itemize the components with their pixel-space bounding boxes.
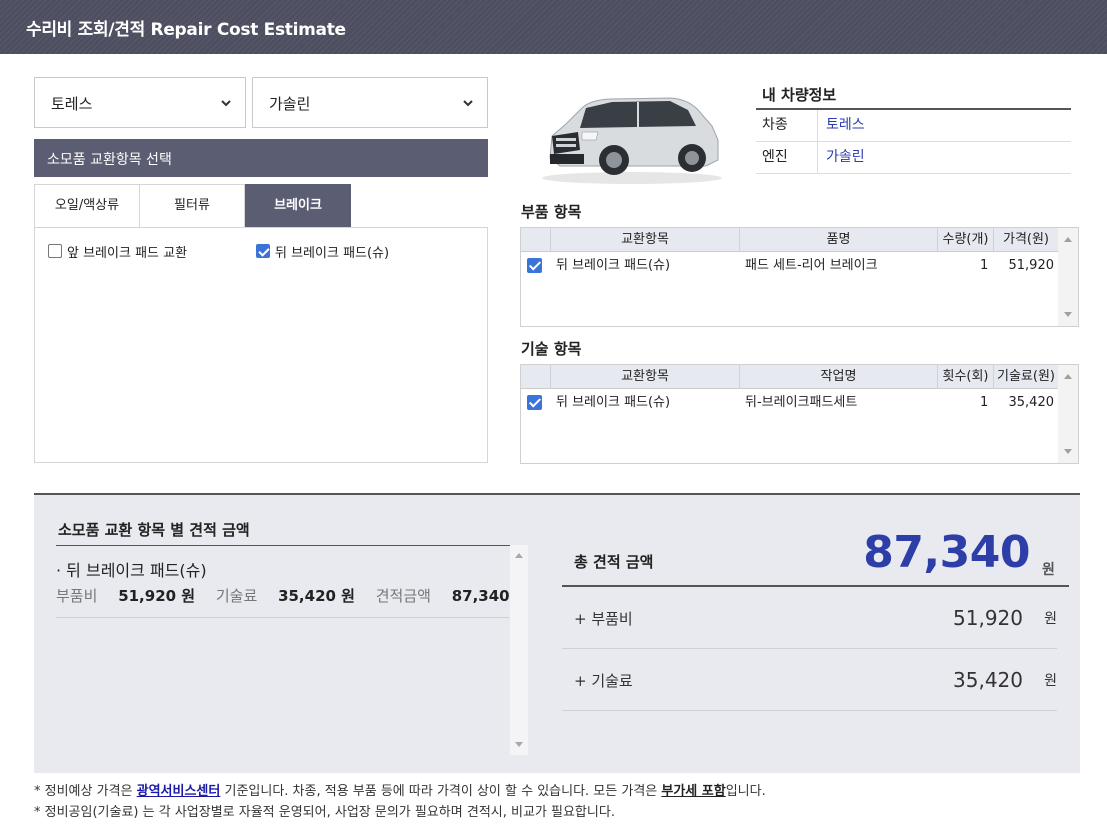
footnote-line: * 정비예상 가격은 광역서비스센터 기준입니다. 차종, 적용 부품 등에 따… (34, 781, 766, 802)
divider (56, 545, 513, 546)
labor-col-fee: 기술료(원) (993, 365, 1058, 389)
parts-grid-header: 교환항목 품명 수량(개) 가격(원) (521, 228, 1058, 252)
breakdown-value: 35,420 (953, 668, 1023, 692)
scroll-up-icon[interactable] (1064, 374, 1072, 379)
parts-row-checkbox[interactable] (527, 258, 542, 273)
chevron-down-icon (463, 100, 473, 107)
breakdown-value: 51,920 (953, 606, 1023, 630)
breakdown-unit: 원 (1044, 673, 1057, 689)
labor-col-item: 교환항목 (550, 365, 739, 389)
labor-col-name: 작업명 (739, 365, 937, 389)
breakdown-label: + 부품비 (574, 610, 633, 628)
estimate-section-title: 소모품 교환 항목 별 견적 금액 (58, 521, 250, 539)
vehicle-info-key: 차종 (756, 110, 818, 141)
parts-row-price: 51,920 (1008, 258, 1055, 273)
total-estimate-unit: 원 (1042, 562, 1055, 578)
vehicle-info-value: 토레스 (826, 117, 865, 133)
vehicle-info-title: 내 차량정보 (762, 86, 837, 104)
labor-section-title: 기술 항목 (521, 340, 582, 358)
labor-grid: 교환항목 작업명 횟수(회) 기술료(원) 뒤 브레이크 패드(슈) 뒤-브레이… (520, 364, 1079, 464)
footnote-line: * 정비공임(기술료) 는 각 사업장별로 자율적 운영되어, 사업장 문의가 … (34, 805, 615, 820)
parts-grid: 교환항목 품명 수량(개) 가격(원) 뒤 브레이크 패드(슈) 패드 세트-리… (520, 227, 1079, 327)
vehicle-info-row: 차종 토레스 (756, 110, 1071, 142)
vehicle-info-row: 엔진 가솔린 (756, 142, 1071, 174)
parts-section-title: 부품 항목 (521, 203, 582, 221)
page-title: 수리비 조회/견적 Repair Cost Estimate (26, 20, 346, 40)
estimate-item-name: · 뒤 브레이크 패드(슈) (56, 561, 207, 580)
tab-oil-fluids[interactable]: 오일/액상류 (34, 184, 140, 228)
parts-col-price: 가격(원) (993, 228, 1058, 252)
parts-row-qty: 1 (980, 258, 989, 273)
labor-row-item: 뒤 브레이크 패드(슈) (556, 395, 671, 410)
breakdown-unit: 원 (1044, 611, 1057, 627)
front-brake-pad-label: 앞 브레이크 패드 교환 (67, 246, 188, 261)
suv-illustration (542, 97, 722, 184)
parts-col-item: 교환항목 (550, 228, 739, 252)
parts-cost-label: 부품비 (56, 587, 98, 605)
table-row: 뒤 브레이크 패드(슈) 뒤-브레이크패드세트 1 35,420 (521, 390, 1058, 416)
breakdown-label: + 기술료 (574, 672, 633, 690)
labor-row-count: 1 (980, 395, 989, 410)
category-tabs: 오일/액상류 필터류 브레이크 (34, 184, 488, 228)
footnote-text: * 정비예상 가격은 (34, 784, 137, 799)
engine-select-value: 가솔린 (269, 95, 311, 113)
rear-brake-pad-checkbox[interactable] (256, 244, 270, 258)
labor-grid-scrollbar[interactable] (1058, 365, 1078, 463)
labor-grid-header: 교환항목 작업명 횟수(회) 기술료(원) (521, 365, 1058, 389)
estimate-list-scrollbar[interactable] (510, 545, 528, 755)
breakdown-row-labor: + 기술료 35,420 원 (562, 649, 1057, 711)
title-bar: 수리비 조회/견적 Repair Cost Estimate (0, 0, 1107, 54)
model-select-value: 토레스 (51, 95, 93, 113)
parts-cost-value: 51,920 원 (118, 587, 196, 605)
estimate-panel: 소모품 교환 항목 별 견적 금액 · 뒤 브레이크 패드(슈) 부품비 51,… (34, 493, 1080, 773)
parts-row-item: 뒤 브레이크 패드(슈) (556, 258, 671, 273)
labor-cost-value: 35,420 원 (278, 587, 355, 605)
labor-row-name: 뒤-브레이크패드세트 (745, 395, 858, 410)
labor-cost-label: 기술료 (215, 587, 258, 605)
header-checkbox-cell (521, 228, 550, 252)
service-center-link[interactable]: 광역서비스센터 (137, 784, 221, 799)
tab-brakes[interactable]: 브레이크 (245, 184, 351, 228)
brake-options-panel: 앞 브레이크 패드 교환 뒤 브레이크 패드(슈) (34, 227, 488, 463)
footnote-text: 입니다. (725, 784, 766, 799)
vat-included-text: 부가세 포함 (661, 784, 726, 799)
labor-row-checkbox[interactable] (527, 395, 542, 410)
total-estimate-value: 87,340 (863, 527, 1030, 578)
footnotes: * 정비예상 가격은 광역서비스센터 기준입니다. 차종, 적용 부품 등에 따… (34, 781, 766, 823)
chevron-down-icon (221, 100, 231, 107)
scroll-down-icon[interactable] (515, 742, 523, 747)
scroll-down-icon[interactable] (1064, 312, 1072, 317)
parts-col-qty: 수량(개) (937, 228, 993, 252)
total-estimate-label: 총 견적 금액 (574, 553, 654, 571)
scroll-up-icon[interactable] (515, 553, 523, 558)
breakdown-row-parts: + 부품비 51,920 원 (562, 587, 1057, 649)
engine-select[interactable]: 가솔린 (252, 77, 488, 128)
tab-filters[interactable]: 필터류 (139, 184, 245, 228)
labor-col-count: 횟수(회) (937, 365, 993, 389)
header-checkbox-cell (521, 365, 550, 389)
consumables-section-header: 소모품 교환항목 선택 (34, 139, 488, 177)
labor-row-fee: 35,420 (1008, 395, 1055, 410)
rear-brake-pad-label: 뒤 브레이크 패드(슈) (275, 246, 390, 261)
parts-col-name: 품명 (739, 228, 937, 252)
consumables-section-title: 소모품 교환항목 선택 (47, 152, 172, 168)
vehicle-info-table: 차종 토레스 엔진 가솔린 (756, 108, 1071, 174)
model-select[interactable]: 토레스 (34, 77, 246, 128)
parts-row-name: 패드 세트-리어 브레이크 (745, 258, 878, 273)
estimate-total-label: 견적금액 (375, 587, 431, 605)
vehicle-info-value: 가솔린 (826, 149, 865, 165)
vehicle-info-key: 엔진 (756, 142, 818, 173)
divider (56, 617, 509, 618)
table-row: 뒤 브레이크 패드(슈) 패드 세트-리어 브레이크 1 51,920 (521, 253, 1058, 279)
estimate-item-detail: 부품비 51,920 원 기술료 35,420 원 견적금액 87,340 원 (56, 585, 529, 606)
front-brake-pad-checkbox[interactable] (48, 244, 62, 258)
scroll-up-icon[interactable] (1064, 237, 1072, 242)
parts-grid-scrollbar[interactable] (1058, 228, 1078, 326)
vehicle-image (520, 88, 746, 186)
footnote-text: 기준입니다. 차종, 적용 부품 등에 따라 가격이 상이 할 수 있습니다. … (220, 784, 662, 799)
scroll-down-icon[interactable] (1064, 449, 1072, 454)
